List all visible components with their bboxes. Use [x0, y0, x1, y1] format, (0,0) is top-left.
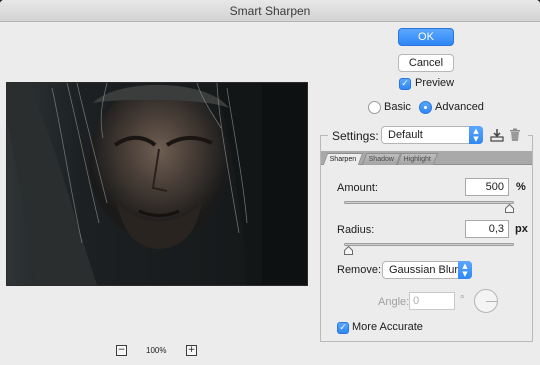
tab-strip: Sharpen Shadow Highlight — [321, 151, 532, 165]
tab-sharpen-label: Sharpen — [329, 156, 357, 163]
amount-slider[interactable] — [344, 201, 514, 204]
basic-radio[interactable] — [368, 101, 381, 114]
amount-field[interactable]: 500 — [465, 178, 509, 196]
ok-button[interactable]: OK — [398, 28, 454, 46]
zoom-out-icon[interactable]: − — [116, 345, 127, 356]
preview-image[interactable] — [6, 82, 308, 286]
trash-icon[interactable] — [509, 128, 521, 142]
more-accurate-checkbox[interactable]: ✓ — [337, 322, 349, 334]
radius-slider[interactable] — [344, 243, 514, 246]
amount-unit: % — [516, 181, 526, 193]
advanced-label: Advanced — [435, 101, 484, 113]
preview-checkbox[interactable]: ✓ — [399, 78, 411, 90]
settings-group — [320, 135, 533, 342]
more-accurate-label: More Accurate — [352, 321, 423, 333]
zoom-controls: − 100% + — [116, 345, 200, 359]
basic-label: Basic — [384, 101, 411, 113]
preview-label: Preview — [415, 77, 455, 89]
save-preset-icon[interactable] — [490, 128, 504, 142]
tab-highlight[interactable]: Highlight — [396, 153, 439, 165]
angle-field: 0 — [409, 292, 455, 310]
zoom-in-icon[interactable]: + — [186, 345, 197, 356]
chevron-up-down-icon: ▲ ▼ — [458, 261, 472, 279]
remove-label: Remove: — [337, 264, 382, 276]
amount-slider-thumb[interactable] — [505, 204, 514, 213]
settings-dropdown[interactable]: Default ▲ ▼ — [381, 126, 483, 144]
angle-unit: ° — [460, 294, 465, 306]
remove-dropdown[interactable]: Gaussian Blur ▲ ▼ — [382, 261, 472, 279]
radius-field[interactable]: 0,3 — [465, 220, 509, 238]
zoom-level: 100% — [146, 346, 167, 355]
remove-value: Gaussian Blur — [389, 264, 459, 276]
cancel-button[interactable]: Cancel — [398, 54, 454, 72]
radius-slider-thumb[interactable] — [344, 246, 353, 255]
title-bar[interactable]: Smart Sharpen — [0, 0, 540, 22]
chevron-up-down-icon: ▲ ▼ — [469, 126, 483, 144]
radius-label: Radius: — [337, 224, 375, 236]
tab-shadow-label: Shadow — [368, 156, 394, 163]
settings-value: Default — [388, 129, 423, 141]
angle-dial-icon — [474, 289, 498, 313]
amount-label: Amount: — [337, 182, 378, 194]
angle-label: Angle: — [378, 296, 410, 308]
tab-sharpen[interactable]: Sharpen — [322, 153, 364, 165]
smart-sharpen-dialog: Smart Sharpen − 100% + OK Cancel ✓ Previ… — [0, 0, 540, 365]
settings-label: Settings: — [332, 129, 379, 143]
advanced-radio[interactable] — [419, 101, 432, 114]
dialog-title: Smart Sharpen — [229, 4, 311, 18]
tab-highlight-label: Highlight — [403, 156, 431, 163]
radius-unit: px — [515, 223, 528, 235]
tab-shadow[interactable]: Shadow — [361, 153, 402, 165]
